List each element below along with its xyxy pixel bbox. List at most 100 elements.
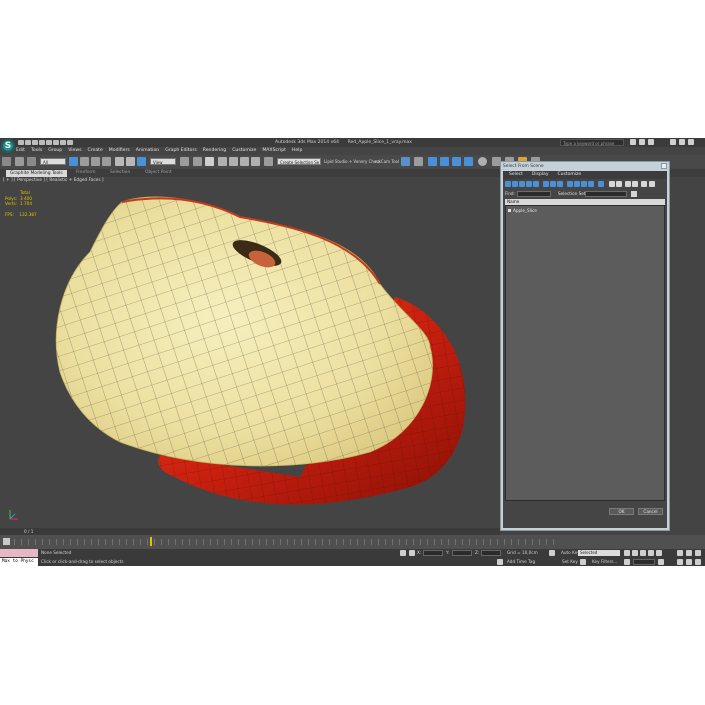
- display-geometry-icon[interactable]: [505, 181, 511, 187]
- find-input[interactable]: [517, 191, 551, 197]
- plugin-text-2[interactable]: nz Cam Tool: [375, 158, 399, 165]
- maximize-icon[interactable]: [679, 139, 685, 145]
- zoom-extents-icon[interactable]: [695, 550, 701, 556]
- menu-item-modifiers[interactable]: Modifiers: [109, 147, 130, 155]
- selection-set-icon[interactable]: [631, 191, 637, 197]
- pan-view-icon[interactable]: [686, 559, 692, 565]
- layer-manager-icon[interactable]: [428, 157, 437, 166]
- maxscript-listener[interactable]: Max to Physc: [0, 549, 38, 566]
- y-coordinate-field[interactable]: [452, 550, 472, 556]
- menu-item-edit[interactable]: Edit: [16, 147, 25, 155]
- menu-item-graph-editors[interactable]: Graph Editors: [165, 147, 197, 155]
- apple-slice-model[interactable]: [0, 177, 500, 525]
- undo-toolbar-icon[interactable]: [2, 157, 11, 166]
- menu-customize[interactable]: Customize: [557, 171, 581, 179]
- tab-freeform[interactable]: Freeform: [76, 169, 96, 177]
- menu-item-help[interactable]: Help: [292, 147, 302, 155]
- unlink-icon[interactable]: [27, 157, 36, 166]
- play-icon[interactable]: [640, 550, 646, 556]
- menu-item-group[interactable]: Group: [48, 147, 62, 155]
- angle-snap-icon[interactable]: [229, 157, 238, 166]
- field-of-view-icon[interactable]: [677, 559, 683, 565]
- display-xrefs-icon[interactable]: [557, 181, 563, 187]
- menu-item-views[interactable]: Views: [68, 147, 81, 155]
- lock-selection-icon[interactable]: [400, 550, 406, 556]
- selection-filter-dropdown[interactable]: All: [40, 158, 66, 165]
- link-icon[interactable]: [15, 157, 24, 166]
- menu-item-tools[interactable]: Tools: [31, 147, 42, 155]
- tab-graphite-modeling-tools[interactable]: Graphite Modeling Tools: [6, 170, 67, 177]
- perspective-viewport[interactable]: [ + ] [ Perspective ] [ Realistic + Edge…: [0, 177, 500, 525]
- select-manipulate-icon[interactable]: [193, 157, 202, 166]
- list-item[interactable]: Apple_Slice: [508, 208, 537, 214]
- snaps-toggle-icon[interactable]: [218, 157, 227, 166]
- project-folder-icon[interactable]: [67, 140, 73, 145]
- adaptive-degradation-icon[interactable]: [549, 550, 555, 556]
- key-mode-icon[interactable]: [624, 559, 630, 565]
- x-coordinate-field[interactable]: [423, 550, 443, 556]
- go-to-end-icon[interactable]: [656, 550, 662, 556]
- zoom-all-icon[interactable]: [686, 550, 692, 556]
- close-icon[interactable]: [688, 139, 694, 145]
- time-slider[interactable]: 0 / 1: [0, 528, 500, 535]
- display-warps-icon[interactable]: [543, 181, 549, 187]
- tab-object-paint[interactable]: Object Paint: [145, 169, 172, 177]
- window-crossing-icon[interactable]: [102, 157, 111, 166]
- move-icon[interactable]: [115, 157, 124, 166]
- display-hidden-icon[interactable]: [588, 181, 594, 187]
- time-tag-icon[interactable]: [497, 559, 503, 565]
- hold-icon[interactable]: [53, 140, 59, 145]
- application-button-icon[interactable]: S: [1, 139, 15, 153]
- plugin-text-1[interactable]: Lipid Studio + Venery Check: [324, 158, 381, 165]
- minimize-icon[interactable]: [670, 139, 676, 145]
- scene-object-list[interactable]: Apple_Slice: [505, 205, 665, 501]
- display-invert-icon[interactable]: [616, 181, 622, 187]
- track-bar[interactable]: [0, 535, 705, 549]
- menu-item-create[interactable]: Create: [88, 147, 103, 155]
- open-file-icon[interactable]: [25, 140, 31, 145]
- display-shapes-icon[interactable]: [512, 181, 518, 187]
- display-helpers-icon[interactable]: [533, 181, 539, 187]
- display-none-icon[interactable]: [609, 181, 615, 187]
- display-all-icon[interactable]: [598, 181, 604, 187]
- scale-icon[interactable]: [137, 157, 146, 166]
- display-bones-icon[interactable]: [567, 181, 573, 187]
- display-containers-icon[interactable]: [574, 181, 580, 187]
- time-config-icon[interactable]: [658, 559, 664, 565]
- undo-icon[interactable]: [39, 140, 45, 145]
- rectangular-selection-icon[interactable]: [91, 157, 100, 166]
- key-mode-dropdown[interactable]: Selected: [578, 550, 620, 556]
- cancel-button[interactable]: Cancel: [638, 508, 663, 515]
- selection-set-dropdown[interactable]: [585, 191, 627, 197]
- sort-icon[interactable]: [625, 181, 631, 187]
- tab-selection[interactable]: Selection: [110, 169, 130, 177]
- menu-item-maxscript[interactable]: MAXScript: [262, 147, 286, 155]
- curve-editor-icon[interactable]: [452, 157, 461, 166]
- key-filters-button[interactable]: Key Filters...: [592, 558, 617, 565]
- binoculars-icon[interactable]: [630, 139, 636, 145]
- named-selection-dropdown[interactable]: Create Selection Se: [277, 158, 321, 165]
- go-to-start-icon[interactable]: [624, 550, 630, 556]
- next-frame-icon[interactable]: [648, 550, 654, 556]
- auto-key-button[interactable]: Auto Key: [561, 549, 580, 556]
- add-time-tag-button[interactable]: Add Time Tag: [507, 558, 535, 565]
- zoom-icon[interactable]: [677, 550, 683, 556]
- maxscript-input[interactable]: Max to Physc: [0, 558, 38, 566]
- z-coordinate-field[interactable]: [481, 550, 501, 556]
- select-object-icon[interactable]: [69, 157, 78, 166]
- help-icon[interactable]: [648, 139, 654, 145]
- display-frozen-icon[interactable]: [581, 181, 587, 187]
- menu-display[interactable]: Display: [532, 171, 549, 179]
- display-groups-icon[interactable]: [550, 181, 556, 187]
- menu-select[interactable]: Select: [509, 171, 523, 179]
- key-icon[interactable]: [580, 559, 586, 565]
- keyboard-shortcut-icon[interactable]: [205, 157, 214, 166]
- filter-icon[interactable]: [641, 181, 647, 187]
- redo-icon[interactable]: [46, 140, 52, 145]
- reference-coordinate-dropdown[interactable]: View: [150, 158, 176, 165]
- align-icon[interactable]: [414, 157, 423, 166]
- select-by-name-icon[interactable]: [80, 157, 89, 166]
- previous-frame-icon[interactable]: [632, 550, 638, 556]
- material-editor-icon[interactable]: [478, 157, 487, 166]
- set-key-button[interactable]: Set Key: [562, 558, 578, 565]
